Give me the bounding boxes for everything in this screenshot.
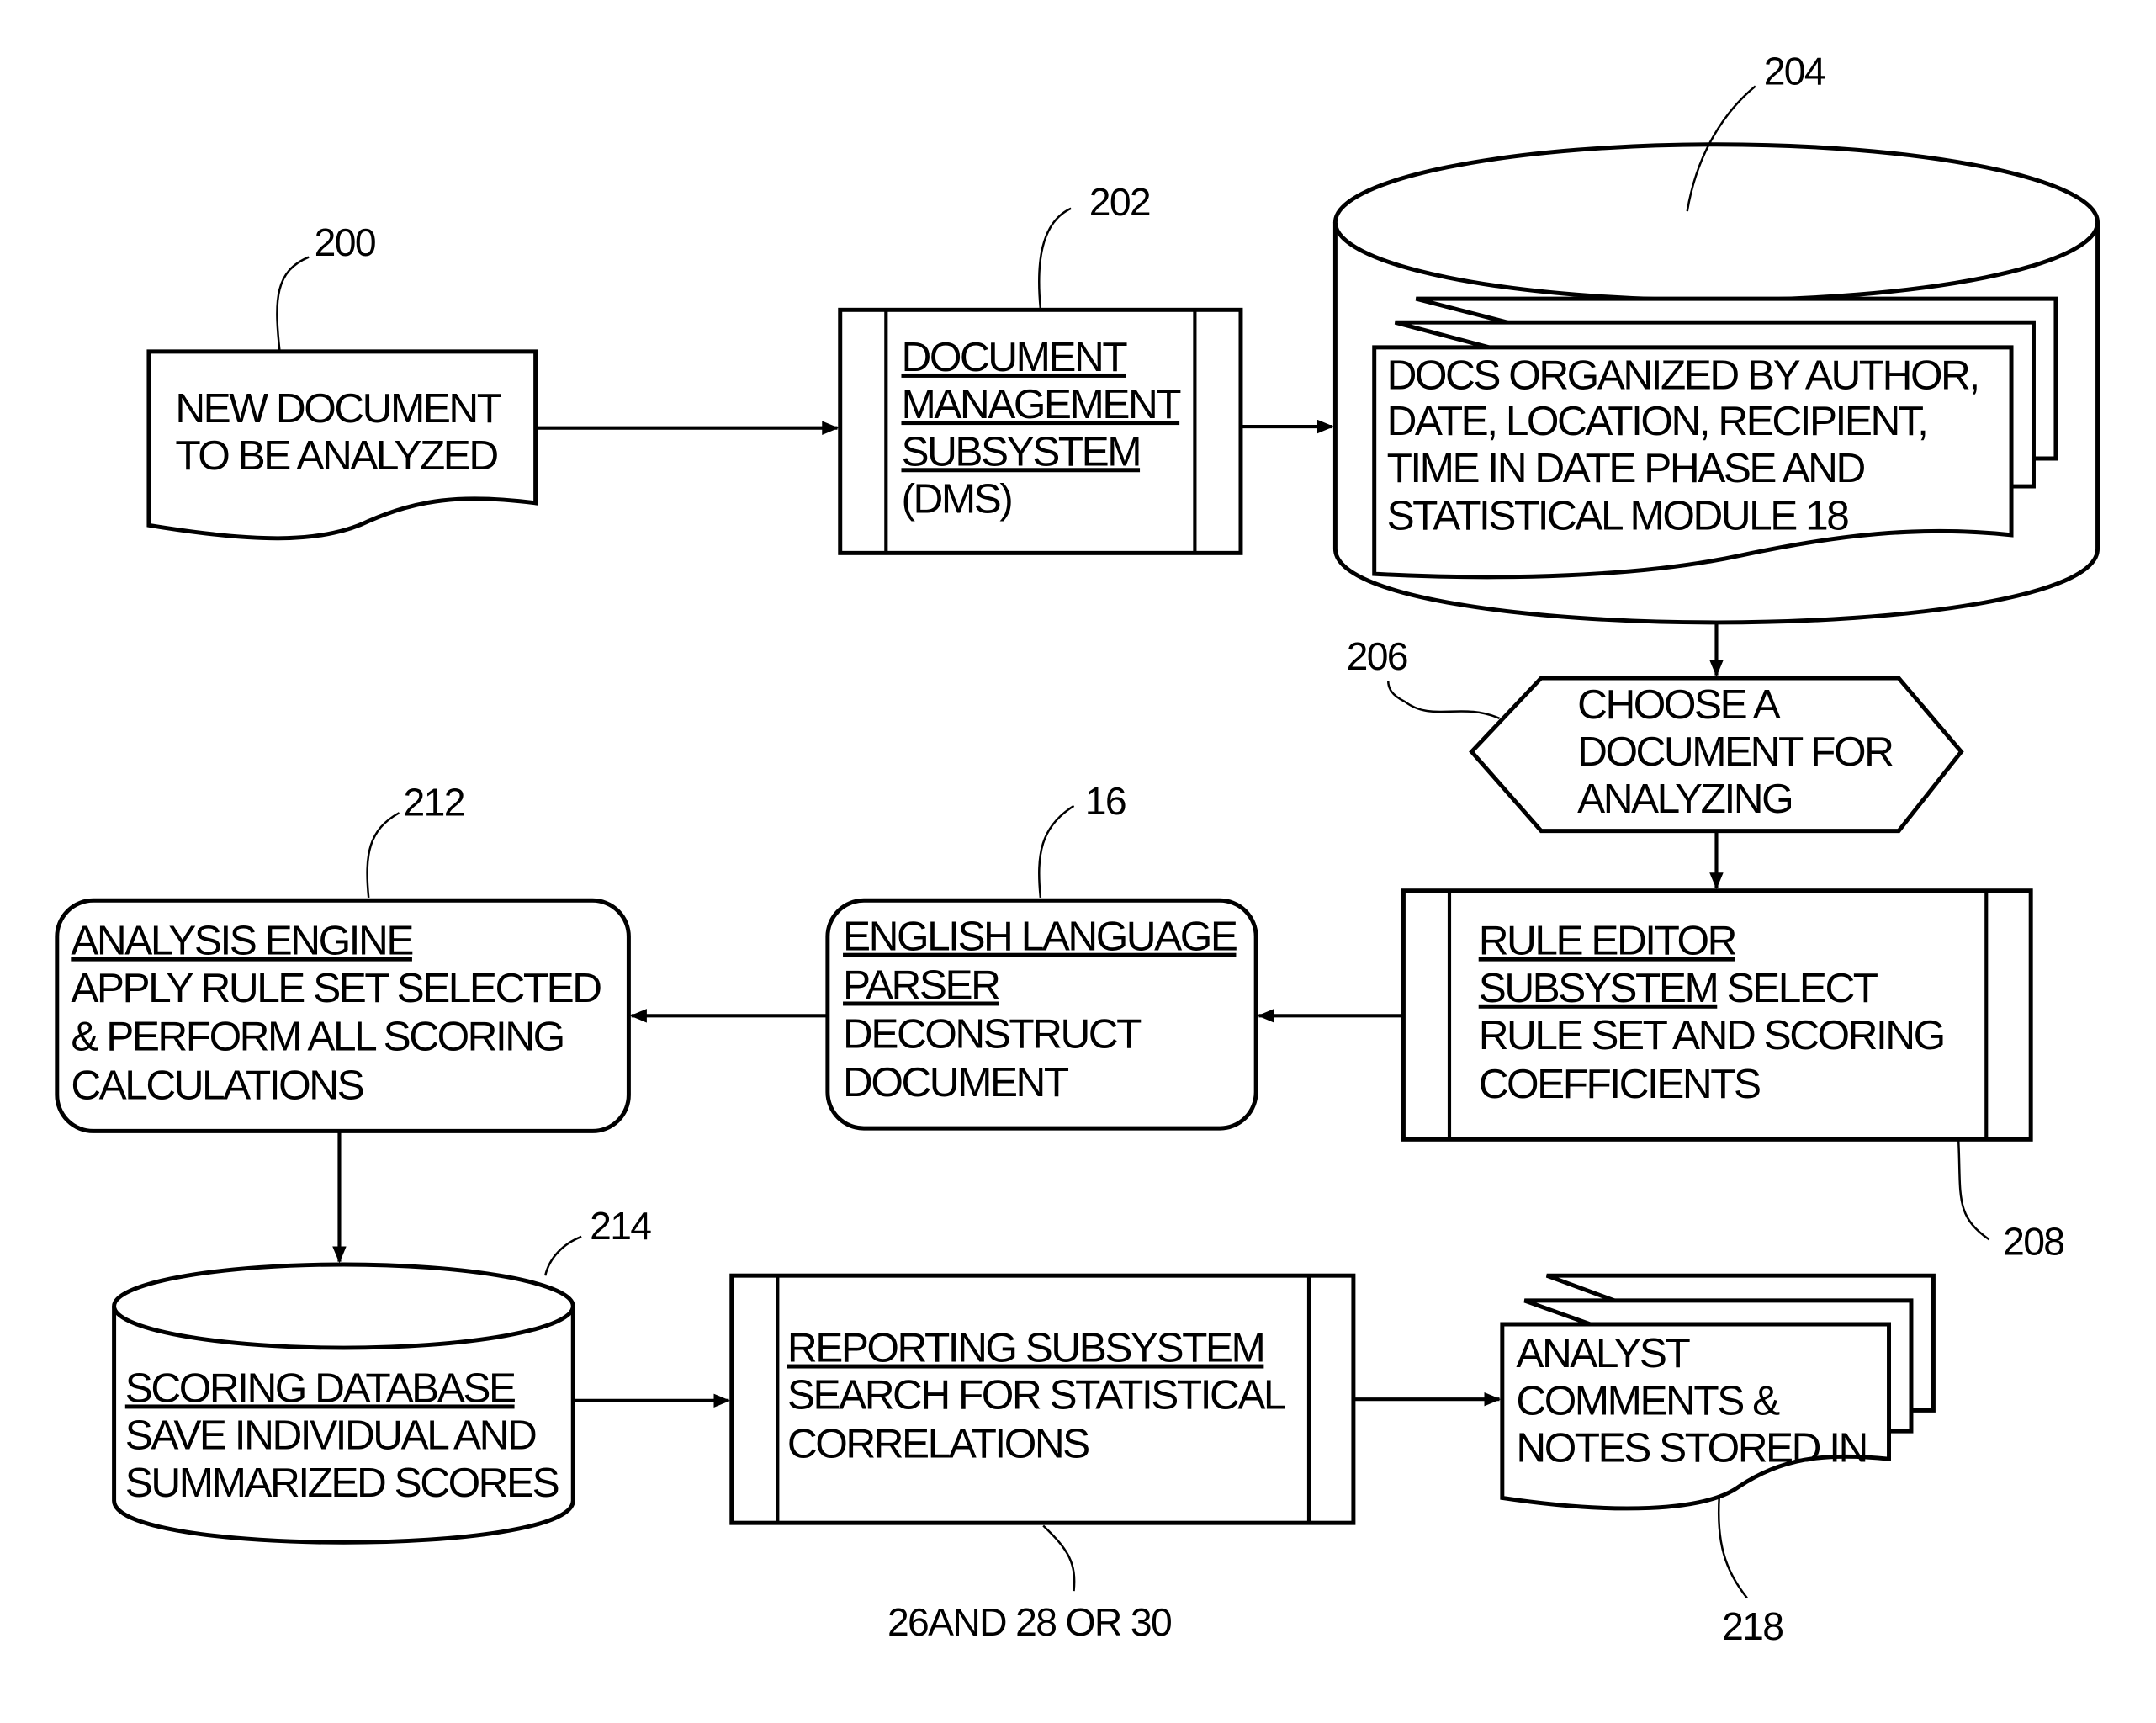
ref-label-200: 200 (315, 220, 375, 264)
ref-label-202: 202 (1089, 180, 1150, 224)
node-text: STATISTICAL MODULE 18 (1387, 491, 1849, 538)
node-english-parser: ENGLISH LANGUAGE PARSER DECONSTRUCT DOCU… (825, 779, 1258, 1131)
node-text: APPLY RULE SET SELECTED (71, 964, 601, 1011)
node-rule-editor: RULE EDITOR SUBSYSTEM SELECT RULE SET AN… (1401, 888, 2065, 1263)
ref-leader (366, 812, 400, 899)
node-text: TO BE ANALYZED (175, 432, 497, 479)
node-text: COMMENTS & (1516, 1376, 1780, 1423)
node-text: SAVE INDIVIDUAL AND (125, 1412, 536, 1459)
ref-leader (543, 1235, 582, 1276)
ref-leader (1038, 804, 1075, 899)
node-choose-document: CHOOSE A DOCUMENT FOR ANALYZING 206 (1347, 634, 1964, 834)
node-text: CALCULATIONS (71, 1061, 363, 1108)
node-title: REPORTING SUBSYSTEM (787, 1324, 1263, 1371)
node-text: CORRELATIONS (787, 1420, 1089, 1467)
ref-label-reporting: 26AND 28 OR 30 (887, 1600, 1171, 1644)
node-text: (DMS) (901, 474, 1011, 522)
node-title-suffix: SELECT (1717, 964, 1878, 1011)
ref-label-16: 16 (1085, 779, 1126, 823)
node-title: MANAGEMENT (901, 380, 1181, 427)
node-text: DOCUMENT FOR (1577, 728, 1893, 775)
node-scoring-database: SCORING DATABASE SAVE INDIVIDUAL AND SUM… (112, 1204, 653, 1545)
ref-leader (1042, 1524, 1076, 1592)
node-text: DECONSTRUCT (843, 1010, 1142, 1057)
node-dms: DOCUMENT MANAGEMENT SUBSYSTEM (DMS) 202 (838, 180, 1243, 555)
node-title: SCORING DATABASE (125, 1365, 515, 1412)
flowchart: NEW DOCUMENT TO BE ANALYZED 200 DOCUMENT… (55, 50, 2100, 1648)
node-title: SUBSYSTEM (1479, 964, 1718, 1011)
node-text: NEW DOCUMENT (175, 384, 501, 432)
node-text: ANALYST (1516, 1329, 1690, 1376)
node-title: ANALYSIS ENGINE (71, 917, 412, 964)
node-analysis-engine: ANALYSIS ENGINE APPLY RULE SET SELECTED … (55, 781, 631, 1133)
node-text: TIME IN DATE PHASE AND (1387, 444, 1865, 491)
node-reporting-subsystem: REPORTING SUBSYSTEM SEARCH FOR STATISTIC… (729, 1273, 1356, 1644)
ref-leader (276, 256, 310, 351)
node-text: DATE, LOCATION, RECIPIENT, (1387, 397, 1927, 444)
node-text: ANALYZING (1577, 775, 1792, 822)
node-docs-database: DOCS ORGANIZED BY AUTHOR, DATE, LOCATION… (1332, 50, 2100, 625)
ref-label-204: 204 (1764, 50, 1825, 93)
node-new-document: NEW DOCUMENT TO BE ANALYZED 200 (146, 220, 538, 541)
node-title: ENGLISH LANGUAGE (843, 913, 1237, 960)
ref-label-218: 218 (1722, 1604, 1783, 1648)
node-title: DOCUMENT (901, 333, 1127, 380)
node-title: SUBSYSTEM (901, 427, 1140, 474)
node-title: RULE EDITOR (1479, 917, 1736, 964)
node-text: COEFFICIENTS (1479, 1060, 1760, 1107)
ref-leader (1717, 1496, 1748, 1599)
node-text: SUMMARIZED SCORES (125, 1459, 559, 1506)
node-text: CHOOSE A (1577, 681, 1781, 728)
ref-leader (1387, 681, 1501, 720)
node-text: & PERFORM ALL SCORING (71, 1013, 563, 1060)
node-analyst-notes: ANALYST COMMENTS & NOTES STORED IN 218 (1500, 1273, 1936, 1648)
node-title-line: SUBSYSTEM SELECT (1479, 964, 1878, 1011)
node-text: SEARCH FOR STATISTICAL (787, 1371, 1285, 1418)
ref-label-208: 208 (2003, 1219, 2063, 1263)
ref-leader (1957, 1140, 1990, 1241)
node-text: DOCUMENT (843, 1058, 1069, 1105)
node-text: DOCS ORGANIZED BY AUTHOR, (1387, 351, 1979, 398)
ref-label-214: 214 (590, 1204, 651, 1248)
ref-leader (1038, 207, 1072, 309)
ref-label-212: 212 (404, 781, 464, 824)
node-text: RULE SET AND SCORING (1479, 1011, 1944, 1058)
ref-label-206: 206 (1347, 634, 1407, 678)
node-text: NOTES STORED IN (1516, 1424, 1867, 1471)
node-title: PARSER (843, 962, 999, 1009)
